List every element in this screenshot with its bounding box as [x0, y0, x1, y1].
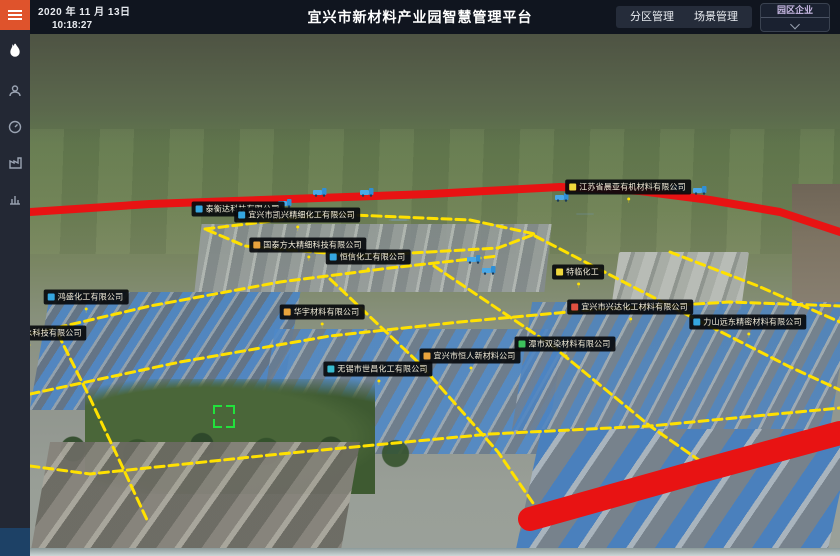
chevron-down-icon [790, 20, 800, 30]
label-pin [377, 380, 380, 383]
label-pin [629, 318, 632, 321]
company-label[interactable]: 宜兴依润胶水科技有限公司 [30, 326, 87, 341]
terrain-horizon [30, 34, 840, 144]
selection-bracket [213, 405, 235, 428]
company-label-text: 恒信化工有限公司 [340, 252, 406, 263]
company-label[interactable]: 无锡市世昌化工有限公司 [323, 362, 432, 377]
company-type-icon [327, 366, 334, 373]
company-type-icon [196, 206, 203, 213]
road-overlay [30, 34, 840, 556]
top-header: 2020 年 11 月 13日 10:18:27 宜兴市新材料产业园智慧管理平台… [0, 0, 840, 34]
company-type-icon [284, 309, 291, 316]
company-label[interactable]: 力山远东精密材料有限公司 [689, 315, 806, 330]
company-label-text: 江苏省晨亚有机材料有限公司 [579, 182, 686, 193]
label-pin [627, 198, 630, 201]
label-pin [307, 256, 310, 259]
vehicle-icon[interactable] [467, 251, 481, 261]
company-label[interactable]: 鸿盛化工有限公司 [44, 290, 129, 305]
sidebar-item-personnel[interactable] [0, 78, 30, 104]
sidebar-item-enterprise[interactable] [0, 150, 30, 176]
bar-chart-icon [8, 192, 22, 206]
park-enterprise-dropdown[interactable]: 园区企业 [760, 3, 830, 32]
company-label-text: 鸿盛化工有限公司 [58, 292, 124, 303]
vehicle-icon[interactable] [360, 184, 374, 194]
company-label-text: 宜兴依润胶水科技有限公司 [30, 328, 82, 339]
company-label[interactable]: 江苏省晨亚有机材料有限公司 [565, 180, 691, 195]
vehicle-icon[interactable] [313, 184, 327, 194]
factory-icon [8, 156, 23, 170]
person-icon [8, 84, 22, 98]
company-type-icon [330, 254, 337, 261]
terrain-tree-row [30, 426, 460, 472]
company-label[interactable]: 华宇材料有限公司 [280, 305, 365, 320]
company-type-icon [238, 212, 245, 219]
company-label[interactable]: 宜兴市恒人新材料公司 [420, 349, 521, 364]
terrain-fields [30, 129, 840, 254]
sidebar-footer-block [0, 528, 30, 556]
company-label-text: 宜兴市兴达化工材料有限公司 [581, 302, 688, 313]
scene-management-button[interactable]: 场景管理 [680, 6, 752, 28]
sidebar-item-fire[interactable] [0, 38, 30, 64]
company-label[interactable]: 恒信化工有限公司 [326, 250, 411, 265]
company-type-icon [556, 269, 563, 276]
company-label-text: 潭市双染材料有限公司 [529, 339, 611, 350]
label-pin [367, 268, 370, 271]
company-type-icon [424, 353, 431, 360]
menu-button[interactable] [0, 0, 30, 30]
label-pin [85, 308, 88, 311]
gauge-icon [8, 120, 22, 134]
company-label-text: 特临化工 [566, 267, 599, 278]
zone-management-button[interactable]: 分区管理 [616, 6, 688, 28]
company-type-icon [693, 319, 700, 326]
label-pin [296, 226, 299, 229]
company-type-icon [519, 341, 526, 348]
company-type-icon [253, 242, 260, 249]
sidebar-item-monitor[interactable] [0, 114, 30, 140]
company-type-icon [48, 294, 55, 301]
label-pin [577, 283, 580, 286]
terrain-foreground-plant [30, 442, 360, 556]
company-type-icon [569, 184, 576, 191]
company-label[interactable]: 宜兴市凯兴精细化工有限公司 [234, 208, 360, 223]
company-label[interactable]: 潭市双染材料有限公司 [515, 337, 616, 352]
company-type-icon [571, 304, 578, 311]
company-label-text: 力山远东精密材料有限公司 [703, 317, 801, 328]
menu-icon [8, 10, 22, 12]
company-label-text: 无锡市世昌化工有限公司 [337, 364, 427, 375]
vehicle-icon[interactable] [693, 182, 707, 192]
terrain-far-city [792, 184, 840, 319]
map-3d-view[interactable]: 泰衡达科技有限公司宜兴市凯兴精细化工有限公司国泰方大精细科技有限公司恒信化工有限… [30, 34, 840, 556]
flame-icon [8, 43, 22, 59]
terrain-factory-cluster-left [30, 292, 300, 410]
map-bottom-strip [30, 548, 840, 556]
dropdown-label: 园区企业 [761, 4, 829, 18]
label-pin [747, 333, 750, 336]
sidebar-item-statistics[interactable] [0, 186, 30, 212]
label-pin [564, 355, 567, 358]
company-label-text: 华宇材料有限公司 [294, 307, 360, 318]
vehicle-icon[interactable] [482, 262, 496, 272]
terrain-grass-field [85, 379, 375, 494]
company-label[interactable]: 宜兴市兴达化工材料有限公司 [567, 300, 693, 315]
company-label-text: 宜兴市恒人新材料公司 [434, 351, 516, 362]
left-icon-sidebar [0, 0, 30, 556]
company-label-text: 宜兴市凯兴精细化工有限公司 [248, 210, 355, 221]
company-label[interactable]: 特临化工 [552, 265, 604, 280]
terrain-foreground-warehouses [515, 429, 840, 556]
label-pin [469, 367, 472, 370]
label-pin [321, 323, 324, 326]
